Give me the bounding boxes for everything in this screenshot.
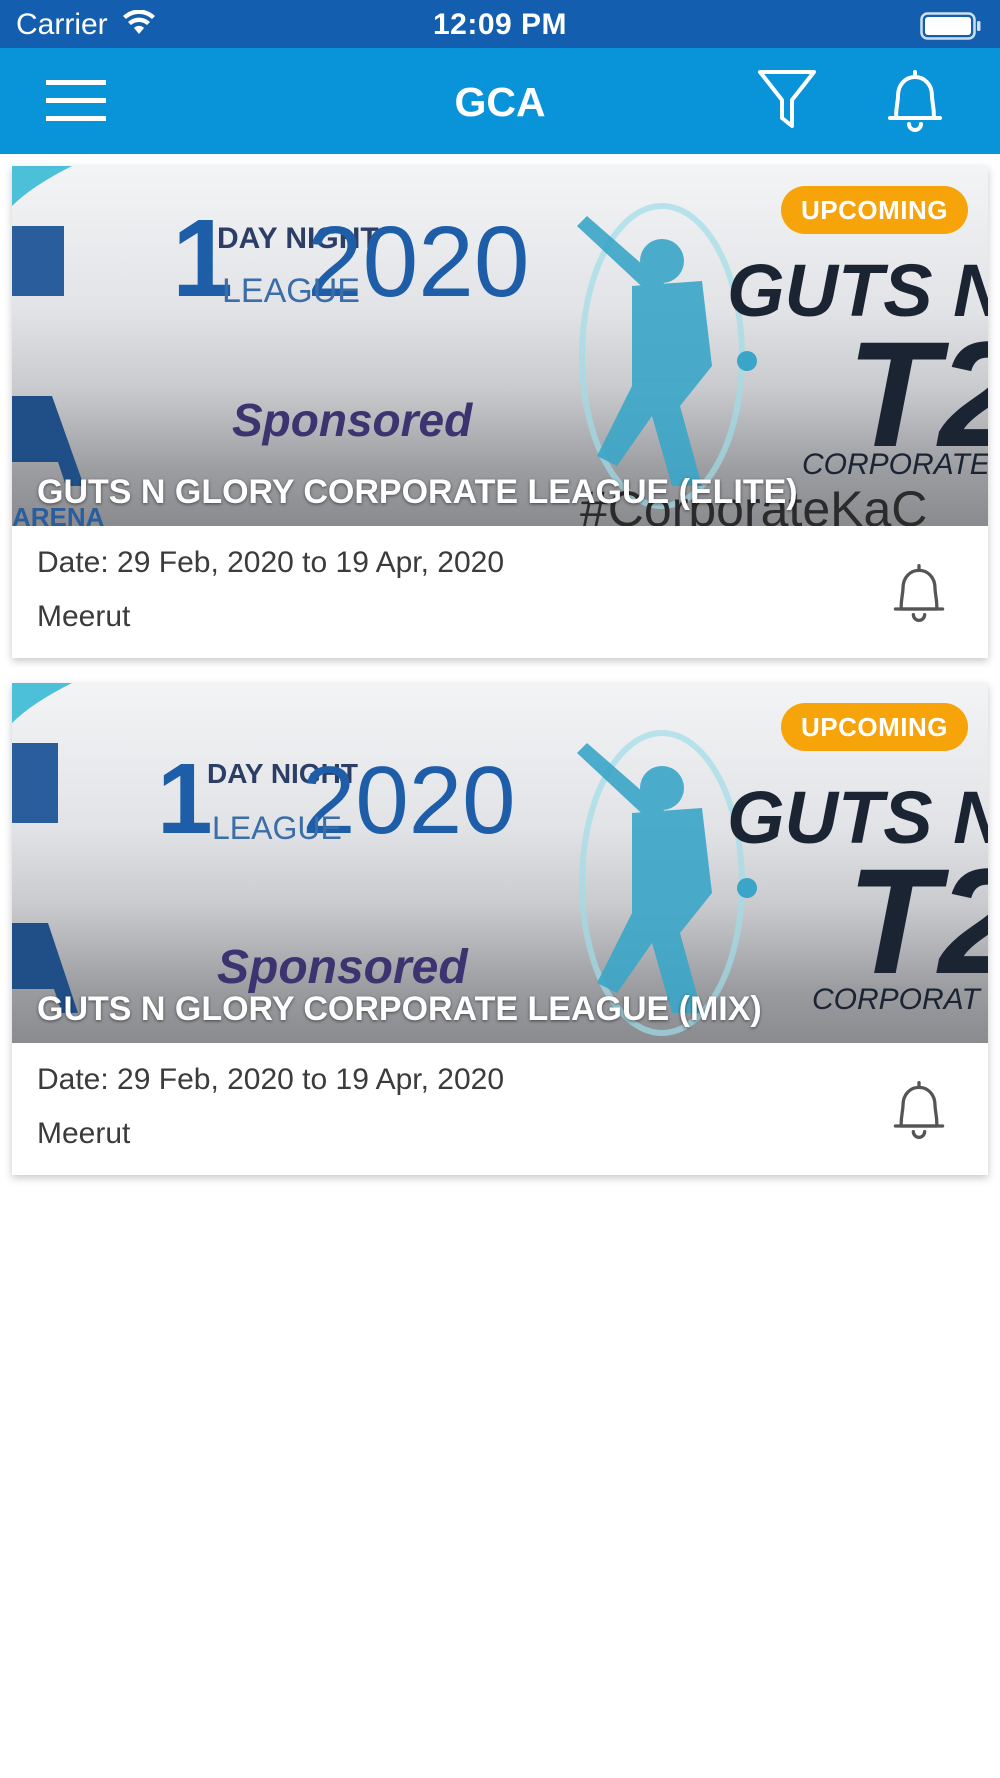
tournament-notify-button[interactable] bbox=[886, 1077, 952, 1143]
nav-bar: GCA bbox=[0, 48, 1000, 154]
tournament-info: Date: 29 Feb, 2020 to 19 Apr, 2020 Meeru… bbox=[12, 1043, 988, 1175]
status-badge: UPCOMING bbox=[781, 703, 968, 751]
tournament-title: GUTS N GLORY CORPORATE LEAGUE (MIX) bbox=[37, 990, 762, 1028]
banner-text-sponsored: Sponsored bbox=[232, 394, 473, 446]
battery-icon bbox=[920, 12, 981, 40]
tournament-card-mix[interactable]: 1 DAY NIGHT 2020 LEAGUE Sponsored GUTS N… bbox=[12, 683, 988, 1175]
banner-text-corporate: CORPORATE bbox=[802, 448, 988, 481]
tournament-notify-button[interactable] bbox=[886, 560, 952, 626]
notifications-button[interactable] bbox=[880, 66, 950, 136]
tournament-card-elite[interactable]: 1 DAY NIGHT 2020 LEAGUE Sponsored GUTS N… bbox=[12, 166, 988, 658]
tournament-banner: 1 DAY NIGHT 2020 LEAGUE Sponsored GUTS N… bbox=[12, 683, 988, 1043]
bell-icon bbox=[888, 70, 942, 132]
tournament-location: Meerut bbox=[37, 1117, 131, 1150]
tournament-date: Date: 29 Feb, 2020 to 19 Apr, 2020 bbox=[37, 1063, 505, 1096]
tournament-info: Date: 29 Feb, 2020 to 19 Apr, 2020 Meeru… bbox=[12, 526, 988, 658]
tournament-banner: 1 DAY NIGHT 2020 LEAGUE Sponsored GUTS N… bbox=[12, 166, 988, 526]
tournament-title: GUTS N GLORY CORPORATE LEAGUE (ELITE) bbox=[37, 473, 798, 511]
tournament-date: Date: 29 Feb, 2020 to 19 Apr, 2020 bbox=[37, 546, 505, 579]
banner-text-league: LEAGUE bbox=[212, 810, 342, 846]
tournament-location: Meerut bbox=[37, 600, 131, 633]
status-bar: Carrier 12:09 PM bbox=[0, 0, 1000, 48]
banner-text-t2: T2 bbox=[847, 837, 988, 1005]
banner-text-1: 1 bbox=[157, 743, 213, 855]
banner-text-sponsored: Sponsored bbox=[217, 941, 469, 994]
bell-icon bbox=[893, 1081, 945, 1139]
banner-text-league: LEAGUE bbox=[222, 272, 360, 310]
status-badge: UPCOMING bbox=[781, 186, 968, 234]
filter-icon bbox=[758, 70, 816, 128]
filter-button[interactable] bbox=[752, 66, 822, 136]
banner-text-corporate: CORPORAT bbox=[812, 983, 982, 1016]
page-title: GCA bbox=[454, 79, 546, 125]
bell-icon bbox=[893, 564, 945, 622]
clock: 12:09 PM bbox=[432, 8, 568, 41]
